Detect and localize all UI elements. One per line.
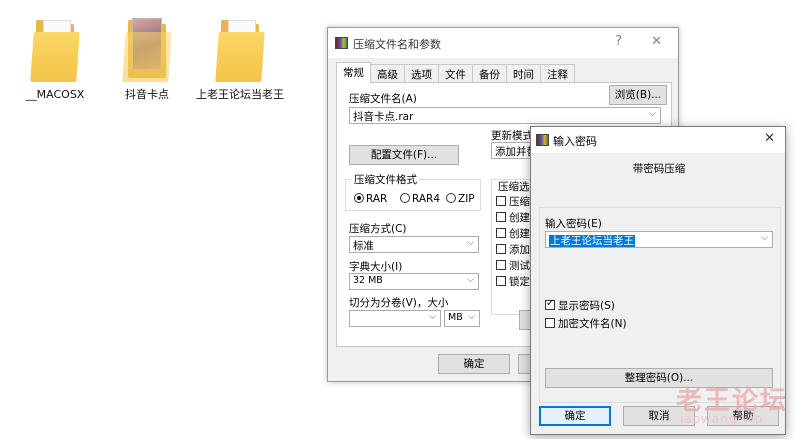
format-zip-label: ZIP (458, 193, 475, 205)
title-bar: 压缩文件名和参数 ? ✕ (328, 28, 678, 58)
option-label: 测试 (509, 260, 530, 272)
chevron-down-icon: ⌵ (467, 275, 474, 285)
close-icon[interactable]: ✕ (764, 131, 775, 146)
password-input[interactable]: 上老王论坛当老王 ⌵ (545, 231, 773, 248)
password-group: 输入密码(E) 上老王论坛当老王 ⌵ 显示密码(S) 加密文件名(N) 整理密码… (539, 207, 781, 403)
format-rar-radio[interactable]: RAR (354, 193, 387, 205)
password-value: 上老王论坛当老王 (549, 235, 635, 247)
close-icon[interactable]: ✕ (651, 34, 662, 49)
method-value: 标准 (353, 240, 374, 252)
desktop-folder-macosx[interactable]: __MACOSX (10, 16, 100, 101)
option-label: 添加 (509, 244, 530, 256)
tab-general[interactable]: 常规 (336, 62, 371, 83)
split-volume-label: 切分为分卷(V)，大小 (349, 297, 449, 309)
format-rar4-label: RAR4 (412, 193, 441, 205)
ok-button[interactable]: 确定 (438, 354, 510, 374)
tab-options[interactable]: 选项 (404, 64, 439, 83)
checkbox-icon (496, 228, 506, 238)
split-unit-value: MB (448, 312, 463, 323)
folder-icon (30, 16, 80, 82)
update-mode-label: 更新模式 (491, 130, 533, 142)
chevron-down-icon: ⌵ (468, 312, 475, 322)
folder-label: __MACOSX (25, 88, 85, 101)
site-watermark-url: laowang.vip (680, 412, 764, 426)
title-bar: 输入密码 ✕ (531, 127, 785, 153)
format-zip-radio[interactable]: ZIP (446, 193, 475, 205)
dialog-title: 输入密码 (553, 135, 597, 148)
enter-password-dialog: 输入密码 ✕ 带密码压缩 输入密码(E) 上老王论坛当老王 ⌵ 显示密码(S) … (530, 126, 786, 435)
profiles-button[interactable]: 配置文件(F)... (349, 145, 459, 165)
tab-comment[interactable]: 注释 (540, 64, 575, 83)
method-label: 压缩方式(C) (349, 223, 407, 235)
dict-size-combo[interactable]: 32 MB ⌵ (349, 273, 479, 290)
option-label: 压缩 (509, 196, 530, 208)
dict-size-value: 32 MB (353, 275, 383, 286)
desktop-folder-douyin[interactable]: 抖音卡点 (102, 16, 192, 101)
folder-icon (215, 16, 265, 82)
option-label: 锁定 (509, 276, 530, 288)
option-checkbox[interactable]: 创建 (496, 226, 530, 241)
archive-name-value: 抖音卡点.rar (353, 111, 414, 123)
winrar-icon (536, 134, 549, 146)
enter-password-label: 输入密码(E) (545, 218, 602, 230)
checkbox-icon (496, 276, 506, 286)
option-label: 创建 (509, 212, 530, 224)
radio-icon (400, 193, 410, 203)
checkbox-icon (545, 318, 555, 328)
checkbox-icon (496, 260, 506, 270)
desktop-folder-laowang[interactable]: 上老王论坛当老王 (195, 16, 285, 101)
option-checkbox[interactable]: 测试 (496, 258, 530, 273)
radio-icon (446, 193, 456, 203)
winrar-icon (335, 37, 348, 49)
dialog-heading: 带密码压缩 (632, 163, 686, 175)
chevron-down-icon: ⌵ (429, 312, 436, 322)
dialog-title: 压缩文件名和参数 (353, 38, 441, 51)
tab-time[interactable]: 时间 (506, 64, 541, 83)
chevron-down-icon: ⌵ (649, 109, 656, 119)
option-checkbox[interactable]: 添加 (496, 242, 530, 257)
option-checkbox[interactable]: 锁定 (496, 274, 530, 289)
checkbox-icon (496, 244, 506, 254)
folder-label: 抖音卡点 (125, 88, 169, 101)
format-group-title: 压缩文件格式 (352, 172, 419, 187)
encrypt-filenames-label: 加密文件名(N) (558, 318, 627, 330)
chevron-down-icon: ⌵ (467, 238, 474, 248)
organize-passwords-button[interactable]: 整理密码(O)... (545, 368, 773, 388)
tab-advanced[interactable]: 高级 (370, 64, 405, 83)
tab-files[interactable]: 文件 (438, 64, 473, 83)
method-combo[interactable]: 标准 ⌵ (349, 236, 479, 253)
folder-label: 上老王论坛当老王 (196, 88, 284, 101)
archive-name-label: 压缩文件名(A) (349, 93, 417, 105)
format-rar-label: RAR (366, 193, 388, 205)
tab-backup[interactable]: 备份 (472, 64, 507, 83)
radio-selected-icon (354, 193, 364, 203)
help-icon[interactable]: ? (615, 34, 622, 49)
browse-button[interactable]: 浏览(B)... (609, 85, 667, 105)
dict-size-label: 字典大小(I) (349, 261, 403, 273)
show-password-label: 显示密码(S) (558, 300, 615, 312)
split-unit-combo[interactable]: MB ⌵ (444, 310, 480, 327)
archive-format-group: 压缩文件格式 RAR RAR4 ZIP (345, 172, 481, 211)
option-checkbox[interactable]: 压缩 (496, 194, 530, 209)
checkbox-checked-icon (545, 298, 555, 310)
show-password-checkbox[interactable]: 显示密码(S) (545, 298, 615, 313)
format-rar4-radio[interactable]: RAR4 (400, 193, 440, 205)
checkbox-icon (496, 212, 506, 222)
checkbox-icon (496, 196, 506, 206)
ok-button[interactable]: 确定 (539, 406, 611, 426)
split-size-combo[interactable]: ⌵ (349, 310, 441, 327)
option-checkbox[interactable]: 创建 (496, 210, 530, 225)
folder-icon (122, 16, 172, 82)
tab-strip: 常规 高级 选项 文件 备份 时间 注释 (336, 62, 575, 83)
archive-name-combo[interactable]: 抖音卡点.rar ⌵ (349, 107, 661, 124)
option-label: 创建 (509, 228, 530, 240)
encrypt-filenames-checkbox[interactable]: 加密文件名(N) (545, 316, 627, 331)
chevron-down-icon: ⌵ (761, 233, 768, 243)
